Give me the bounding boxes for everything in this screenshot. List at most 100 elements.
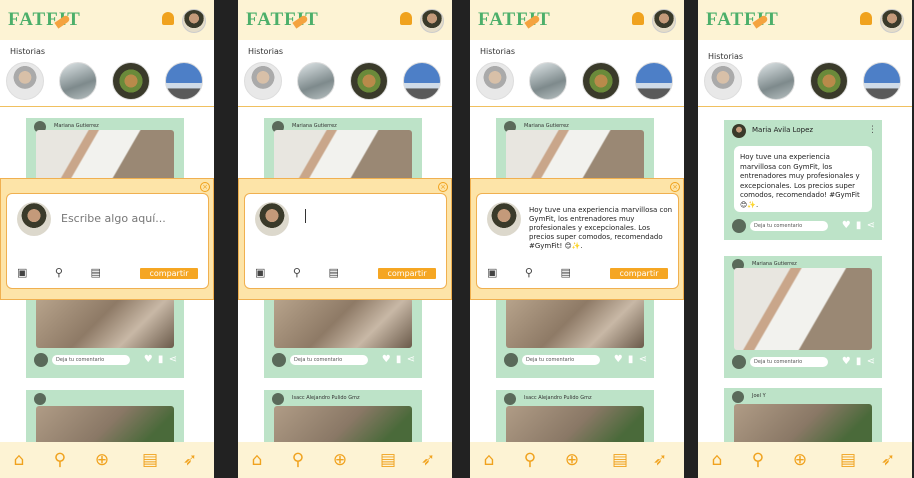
home-icon[interactable]: ⌂ <box>479 450 499 470</box>
comment-actions[interactable]: ♥ ▮ ⋖ <box>382 354 416 365</box>
story-item[interactable] <box>6 62 44 100</box>
bell-icon[interactable] <box>162 12 174 25</box>
profile-avatar[interactable] <box>880 9 904 33</box>
comment-input[interactable]: Deja tu comentario <box>290 355 368 365</box>
post-photo[interactable] <box>274 298 412 348</box>
composer-input[interactable]: Escribe algo aquí... <box>61 212 166 225</box>
app-logo[interactable]: FATFIT <box>8 9 81 31</box>
home-icon[interactable]: ⌂ <box>707 450 727 470</box>
app-logo[interactable]: FATFIT <box>478 9 551 31</box>
add-icon[interactable]: ⊕ <box>92 450 112 470</box>
story-item[interactable] <box>582 62 620 100</box>
post-photo[interactable] <box>36 298 174 348</box>
story-item[interactable] <box>350 62 388 100</box>
post-avatar[interactable] <box>272 393 284 405</box>
comment-input[interactable]: Deja tu comentario <box>750 221 828 231</box>
comment-actions[interactable]: ♥ ▮ ⋖ <box>614 354 648 365</box>
carrot-nav-icon[interactable]: ➶ <box>878 450 898 470</box>
clipboard-icon[interactable]: ▤ <box>378 450 398 470</box>
stories-label: Historias <box>480 47 516 56</box>
post-avatar[interactable] <box>732 124 746 138</box>
share-button[interactable]: compartir <box>140 268 198 279</box>
search-icon[interactable]: ⚲ <box>50 450 70 470</box>
post-avatar[interactable] <box>732 391 744 403</box>
close-icon[interactable]: × <box>438 182 448 192</box>
profile-avatar[interactable] <box>652 9 676 33</box>
profile-avatar[interactable] <box>182 9 206 33</box>
post-author[interactable]: Mariana Gutierrez <box>54 123 99 129</box>
bell-icon[interactable] <box>400 12 412 25</box>
text-cursor[interactable] <box>305 209 306 223</box>
more-options-icon[interactable]: ⋮ <box>868 125 877 135</box>
bottom-nav: ⌂ ⚲ ⊕ ▤ ➶ <box>0 442 214 478</box>
post-author[interactable]: Mariana Gutierrez <box>524 123 569 129</box>
search-icon[interactable]: ⚲ <box>748 450 768 470</box>
composer-media-icons[interactable]: ▣ ⚲ ▤ <box>17 266 113 279</box>
carrot-nav-icon[interactable]: ➶ <box>650 450 670 470</box>
post-avatar[interactable] <box>34 393 46 405</box>
bell-icon[interactable] <box>632 12 644 25</box>
post-author[interactable]: Mariana Gutierrez <box>752 261 797 267</box>
story-item[interactable] <box>757 62 795 100</box>
story-item[interactable] <box>863 62 901 100</box>
composer-box: Hoy tuve una experiencia marvillosa con … <box>476 193 679 289</box>
comment-row: Deja tu comentario ♥ ▮ ⋖ <box>504 352 652 368</box>
clipboard-icon[interactable]: ▤ <box>140 450 160 470</box>
story-item[interactable] <box>635 62 673 100</box>
clipboard-icon[interactable]: ▤ <box>610 450 630 470</box>
story-item[interactable] <box>244 62 282 100</box>
add-icon[interactable]: ⊕ <box>562 450 582 470</box>
comment-input[interactable]: Deja tu comentario <box>522 355 600 365</box>
post-author[interactable]: Maria Avila Lopez <box>752 126 813 134</box>
post-photo[interactable] <box>506 298 644 348</box>
bell-icon[interactable] <box>860 12 872 25</box>
comment-actions[interactable]: ♥ ▮ ⋖ <box>144 354 178 365</box>
app-logo[interactable]: FATFIT <box>246 9 319 31</box>
screen-composer-filled: FATFIT Historias Mariana Gutierrez Deja … <box>470 0 684 478</box>
composer-box: Escribe algo aquí... ▣ ⚲ ▤ compartir <box>6 193 209 289</box>
post-card: Mariana Gutierrez Deja tu comentario ♥ ▮… <box>724 256 882 378</box>
profile-avatar[interactable] <box>420 9 444 33</box>
post-author[interactable]: Isacc Alejandro Pulido Gmz <box>524 395 592 401</box>
story-item[interactable] <box>165 62 203 100</box>
story-item[interactable] <box>403 62 441 100</box>
composer-input[interactable]: Hoy tuve una experiencia marvillosa con … <box>529 206 674 251</box>
post-author[interactable]: Joel Y <box>752 393 766 399</box>
story-item[interactable] <box>297 62 335 100</box>
comment-input[interactable]: Deja tu comentario <box>750 357 828 367</box>
close-icon[interactable]: × <box>200 182 210 192</box>
home-icon[interactable]: ⌂ <box>9 450 29 470</box>
post-card: Isacc Alejandro Pulido Gmz <box>496 390 654 450</box>
comment-input[interactable]: Deja tu comentario <box>52 355 130 365</box>
composer-media-icons[interactable]: ▣ ⚲ ▤ <box>255 266 351 279</box>
post-card-text: Maria Avila Lopez ⋮ Hoy tuve una experie… <box>724 120 882 240</box>
add-icon[interactable]: ⊕ <box>330 450 350 470</box>
share-button[interactable]: compartir <box>378 268 436 279</box>
story-item[interactable] <box>476 62 514 100</box>
close-icon[interactable]: × <box>670 182 680 192</box>
composer-media-icons[interactable]: ▣ ⚲ ▤ <box>487 266 583 279</box>
divider <box>698 106 912 107</box>
story-item[interactable] <box>59 62 97 100</box>
story-item[interactable] <box>704 62 742 100</box>
clipboard-icon[interactable]: ▤ <box>838 450 858 470</box>
app-logo[interactable]: FATFIT <box>706 9 779 31</box>
carrot-nav-icon[interactable]: ➶ <box>418 450 438 470</box>
add-icon[interactable]: ⊕ <box>790 450 810 470</box>
post-author[interactable]: Mariana Gutierrez <box>292 123 337 129</box>
stories-label: Historias <box>248 47 284 56</box>
comment-actions[interactable]: ♥ ▮ ⋖ <box>842 220 876 231</box>
story-item[interactable] <box>529 62 567 100</box>
stories-row <box>704 62 908 100</box>
post-photo[interactable] <box>734 268 872 350</box>
story-item[interactable] <box>810 62 848 100</box>
post-avatar[interactable] <box>504 393 516 405</box>
search-icon[interactable]: ⚲ <box>288 450 308 470</box>
home-icon[interactable]: ⌂ <box>247 450 267 470</box>
share-button[interactable]: compartir <box>610 268 668 279</box>
story-item[interactable] <box>112 62 150 100</box>
comment-actions[interactable]: ♥ ▮ ⋖ <box>842 356 876 367</box>
post-author[interactable]: Isacc Alejandro Pulido Gmz <box>292 395 360 401</box>
carrot-nav-icon[interactable]: ➶ <box>180 450 200 470</box>
search-icon[interactable]: ⚲ <box>520 450 540 470</box>
